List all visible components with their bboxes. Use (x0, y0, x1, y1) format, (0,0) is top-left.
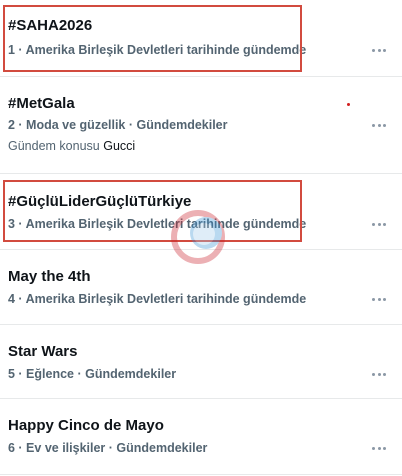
red-dot (347, 103, 350, 106)
trend-item-4[interactable]: May the 4th 4 · Amerika Birleşik Devletl… (0, 250, 402, 325)
trend-title: Star Wars (8, 343, 78, 360)
trend-meta: 4 · Amerika Birleşik Devletleri tarihind… (8, 292, 307, 306)
trend-item-6[interactable]: Happy Cinco de Mayo 6 · Ev ve ilişkiler … (0, 399, 402, 475)
trend-item-1[interactable]: #SAHA2026 1 · Amerika Birleşik Devletler… (0, 0, 402, 77)
trend-item-2[interactable]: #MetGala 2 · Moda ve güzellik · Gündemde… (0, 77, 402, 174)
more-horizontal-icon[interactable] (372, 48, 386, 52)
trend-meta: 3 · Amerika Birleşik Devletleri tarihind… (8, 217, 307, 231)
more-horizontal-icon[interactable] (372, 446, 386, 450)
trend-meta: 6 · Ev ve ilişkiler · Gündemdekiler (8, 441, 208, 455)
trend-meta: 1 · Amerika Birleşik Devletleri tarihind… (8, 43, 307, 57)
trend-item-3[interactable]: #GüçlüLiderGüçlüTürkiye 3 · Amerika Birl… (0, 174, 402, 250)
more-horizontal-icon[interactable] (372, 372, 386, 376)
trend-meta: 2 · Moda ve güzellik · Gündemdekiler (8, 118, 228, 132)
trend-item-5[interactable]: Star Wars 5 · Eğlence · Gündemdekiler (0, 325, 402, 399)
trend-topic-name[interactable]: Gucci (103, 139, 135, 153)
trend-topic-prefix: Gündem konusu (8, 139, 100, 153)
trend-title: May the 4th (8, 268, 91, 285)
trend-topic-line: Gündem konusu Gucci (8, 139, 135, 153)
trends-list: #SAHA2026 1 · Amerika Birleşik Devletler… (0, 0, 402, 476)
trend-title: #SAHA2026 (8, 17, 93, 34)
trend-title: #MetGala (8, 95, 75, 112)
more-horizontal-icon[interactable] (372, 297, 386, 301)
more-horizontal-icon[interactable] (372, 123, 386, 127)
more-horizontal-icon[interactable] (372, 222, 386, 226)
trend-title: Happy Cinco de Mayo (8, 417, 164, 434)
trend-title: #GüçlüLiderGüçlüTürkiye (8, 193, 192, 210)
trend-meta: 5 · Eğlence · Gündemdekiler (8, 367, 177, 381)
